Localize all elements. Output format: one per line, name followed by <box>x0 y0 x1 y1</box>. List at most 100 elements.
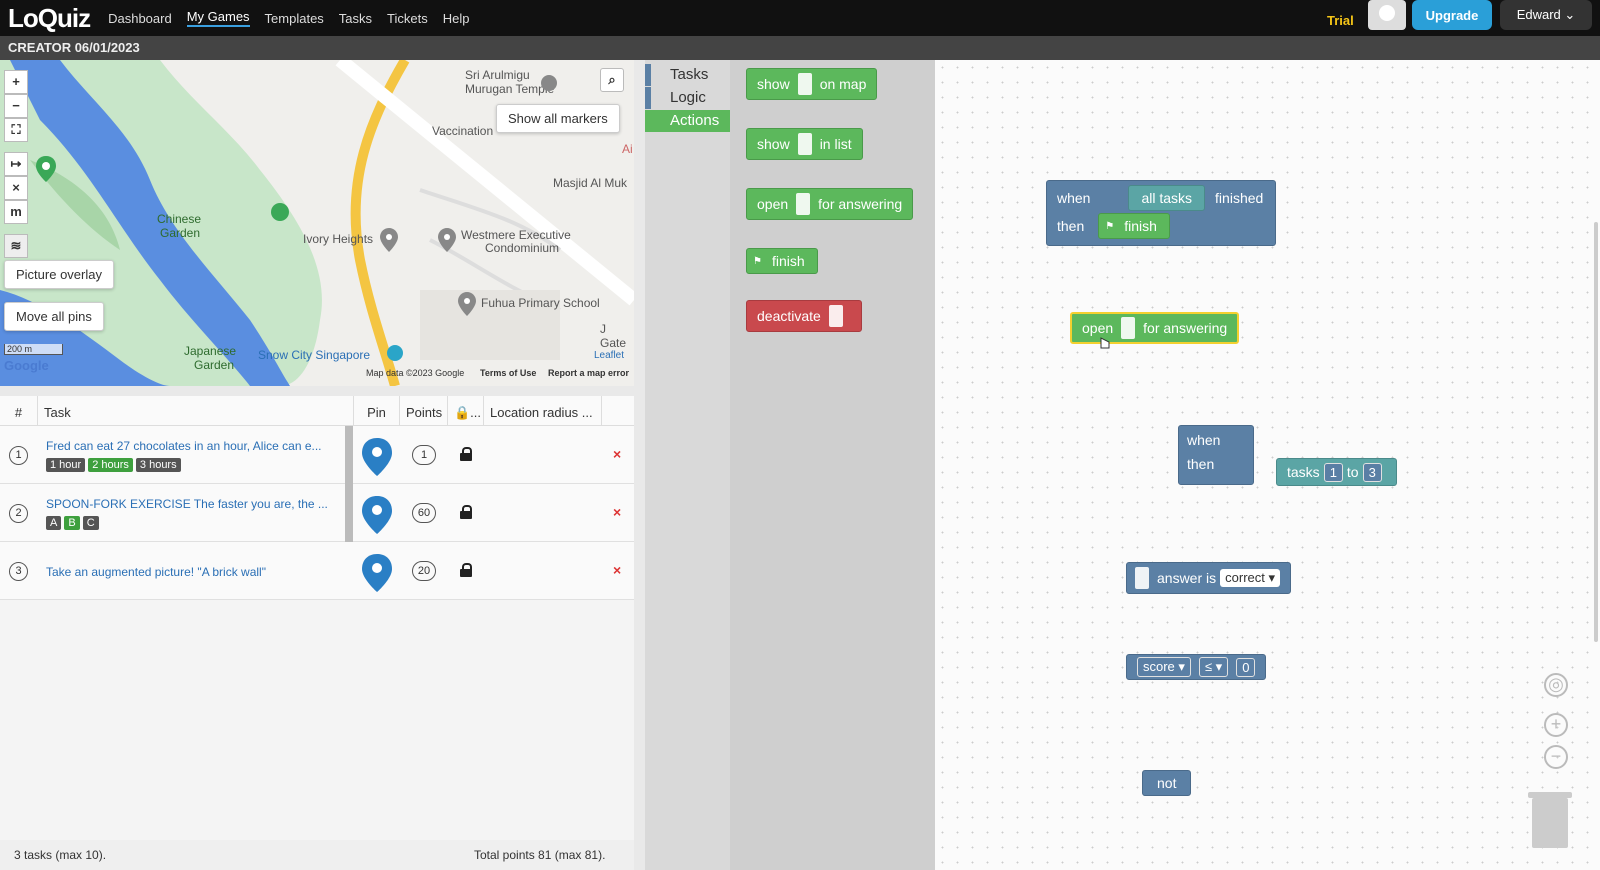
report-link[interactable]: Report a map error <box>548 368 629 378</box>
recenter-icon[interactable]: ◎ <box>1544 673 1568 697</box>
task-title-link[interactable]: SPOON-FORK EXERCISE The faster you are, … <box>46 497 336 511</box>
block-finish[interactable]: ⚑ finish <box>746 248 818 274</box>
category-tasks[interactable]: Tasks <box>645 64 730 86</box>
answer-tag-correct: 2 hours <box>88 458 133 472</box>
block-answer-is[interactable]: answer is correct ▾ <box>1126 562 1292 594</box>
col-location-radius[interactable]: Location radius ... <box>484 396 602 425</box>
block-text: all tasks <box>1141 190 1193 206</box>
block-show-in-list[interactable]: show in list <box>746 128 863 160</box>
map-label: Chinese <box>157 212 202 226</box>
flag-icon: ⚑ <box>753 255 762 267</box>
layers-icon[interactable]: ≋ <box>4 234 28 258</box>
user-menu[interactable]: Edward ⌄ <box>1500 0 1592 30</box>
clear-button[interactable]: × <box>4 176 28 200</box>
delete-icon[interactable]: × <box>613 562 621 578</box>
block-text: not <box>1157 775 1177 791</box>
range-to-input[interactable]: 3 <box>1362 462 1382 482</box>
block-text: finish <box>1124 218 1157 234</box>
pin-icon[interactable] <box>362 496 392 534</box>
measure-button[interactable]: ↦ <box>4 152 28 176</box>
zoom-in-icon[interactable]: + <box>1544 713 1568 737</box>
trial-badge: Trial <box>1327 13 1354 28</box>
task-title-link[interactable]: Take an augmented picture! "A brick wall… <box>46 565 336 579</box>
table-row[interactable]: 2 SPOON-FORK EXERCISE The faster you are… <box>0 484 634 542</box>
nav-tickets[interactable]: Tickets <box>387 11 428 26</box>
park-icon <box>271 203 289 221</box>
fullscreen-button[interactable]: ⛶ <box>4 118 28 142</box>
operator-dropdown[interactable]: ≤ ▾ <box>1198 657 1229 677</box>
block-text: answer is <box>1157 570 1217 586</box>
delete-icon[interactable]: × <box>613 446 621 462</box>
col-number[interactable]: # <box>0 396 38 425</box>
search-icon[interactable]: ⌕ <box>600 68 624 92</box>
upgrade-button[interactable]: Upgrade <box>1412 0 1492 30</box>
event-block-empty[interactable]: when then <box>1178 425 1254 485</box>
answer-dropdown[interactable]: correct ▾ <box>1220 569 1281 587</box>
picture-overlay-button[interactable]: Picture overlay <box>4 260 114 289</box>
pin-icon[interactable] <box>362 438 392 476</box>
zoom-out-button[interactable]: − <box>4 94 28 118</box>
block-text: finished <box>1215 190 1264 206</box>
points-badge[interactable]: 20 <box>412 561 436 581</box>
col-points[interactable]: Points <box>400 396 448 425</box>
block-deactivate[interactable]: deactivate <box>746 300 862 332</box>
delete-icon[interactable]: × <box>613 504 621 520</box>
lock-icon[interactable] <box>460 563 472 577</box>
nav-dashboard[interactable]: Dashboard <box>108 11 172 26</box>
map-pin-icon[interactable] <box>36 156 56 182</box>
pin-icon[interactable] <box>362 554 392 592</box>
block-open-for-answering-selected[interactable]: open for answering <box>1070 312 1240 344</box>
category-actions[interactable]: Actions <box>645 110 730 132</box>
range-from-input[interactable]: 1 <box>1323 462 1343 482</box>
nav-my-games[interactable]: My Games <box>186 9 250 27</box>
block-text: finish <box>771 253 805 269</box>
score-dropdown[interactable]: score ▾ <box>1137 657 1191 677</box>
col-lock[interactable]: 🔒... <box>448 396 484 425</box>
block-open-for-answering[interactable]: open for answering <box>746 188 914 220</box>
zoom-out-icon[interactable]: − <box>1544 745 1568 769</box>
trash-icon[interactable] <box>1528 792 1572 848</box>
points-badge[interactable]: 60 <box>412 503 436 523</box>
map-label: Snow City Singapore <box>258 348 371 362</box>
category-logic[interactable]: Logic <box>645 87 730 109</box>
table-row[interactable]: 3 Take an augmented picture! "A brick wa… <box>0 542 634 600</box>
col-pin[interactable]: Pin <box>354 396 400 425</box>
avatar[interactable] <box>1368 0 1406 30</box>
answer-tag: A <box>46 516 62 530</box>
task-title-link[interactable]: Fred can eat 27 chocolates in an hour, A… <box>46 439 336 453</box>
points-badge[interactable]: 1 <box>412 445 436 465</box>
terms-link[interactable]: Terms of Use <box>480 368 536 378</box>
table-footer: 3 tasks (max 10). Total points 81 (max 8… <box>0 840 634 870</box>
col-task[interactable]: Task <box>38 396 354 425</box>
unit-button[interactable]: m <box>4 200 28 224</box>
workspace-scrollbar[interactable] <box>1594 222 1598 642</box>
block-finish[interactable]: ⚑ finish <box>1098 213 1170 239</box>
block-score-compare[interactable]: score ▾ ≤ ▾ 0 <box>1126 654 1267 680</box>
leaflet-link[interactable]: Leaflet <box>594 350 624 361</box>
table-header: # Task Pin Points 🔒... Location radius .… <box>0 396 634 426</box>
zoom-in-button[interactable]: + <box>4 70 28 94</box>
map-label: J Gate <box>600 322 627 350</box>
map-view[interactable]: + − ⛶ ↦ × m ≋ Show all markers Picture o… <box>0 60 634 386</box>
attraction-icon <box>387 345 403 361</box>
nav-help[interactable]: Help <box>443 11 470 26</box>
drag-handle[interactable] <box>345 484 353 542</box>
block-text: when <box>1057 190 1091 206</box>
block-tasks-range[interactable]: tasks 1 to 3 <box>1276 458 1397 486</box>
nav-tasks[interactable]: Tasks <box>339 11 372 26</box>
logo[interactable]: LoQuiz <box>8 3 91 34</box>
lock-icon[interactable] <box>460 505 472 519</box>
lock-icon[interactable] <box>460 447 472 461</box>
block-not[interactable]: not <box>1142 770 1192 796</box>
block-all-tasks[interactable]: all tasks <box>1128 185 1206 211</box>
table-row[interactable]: 1 Fred can eat 27 chocolates in an hour,… <box>0 426 634 484</box>
nav-templates[interactable]: Templates <box>265 11 324 26</box>
block-text: open <box>757 196 789 212</box>
map-label: Fuhua Primary School <box>481 296 600 310</box>
score-value-input[interactable]: 0 <box>1236 657 1256 677</box>
show-all-markers-button[interactable]: Show all markers <box>496 104 620 133</box>
drag-handle[interactable] <box>345 426 353 484</box>
move-all-pins-button[interactable]: Move all pins <box>4 302 104 331</box>
block-show-on-map[interactable]: show on map <box>746 68 878 100</box>
event-block[interactable]: when all tasks finished then ⚑ finish <box>1046 180 1276 246</box>
